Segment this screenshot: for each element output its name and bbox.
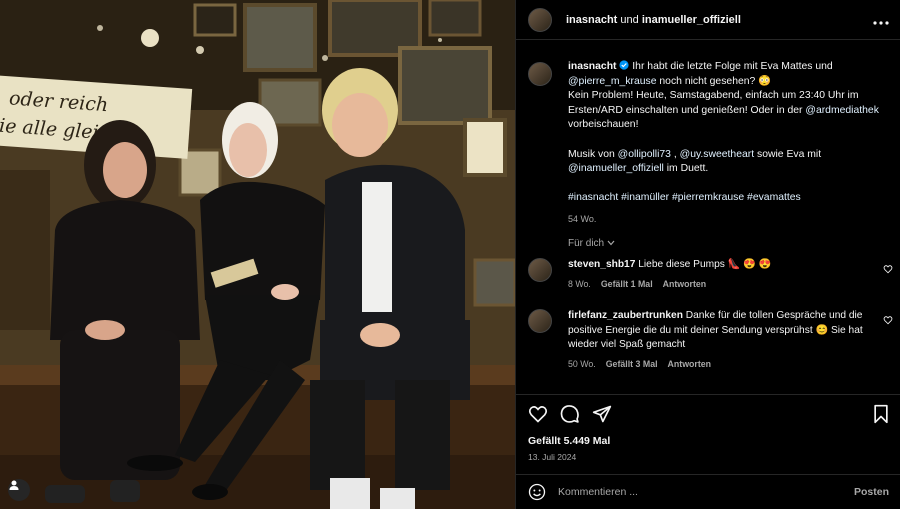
post-authors: inasnacht und inamueller_offiziell (566, 14, 741, 26)
heart-icon[interactable] (883, 315, 893, 325)
like-heart-icon[interactable] (528, 404, 548, 424)
caption-timestamp: 54 Wo. (568, 213, 597, 224)
share-send-icon[interactable] (592, 404, 612, 424)
comment-time: 50 Wo. (568, 358, 596, 369)
post-caption: inasnacht Ihr habt die letzte Folge mit … (528, 60, 893, 227)
caption-line-2-end: vorbeischauen! (568, 119, 639, 131)
add-comment-bar: Posten (516, 474, 900, 509)
mention-link[interactable]: @ardmediathek (805, 105, 879, 116)
caption-part-2: noch nicht gesehen? 😳 (656, 75, 772, 87)
comment-item: firlefanz_zaubertrunken Danke für die to… (528, 309, 893, 369)
mention-link[interactable]: @pierre_m_krause (568, 76, 657, 87)
comment-meta: 50 Wo. Gefällt 3 Mal Antworten (568, 359, 893, 369)
caption-part-1: Ihr habt die letzte Folge mit Eva Mattes… (632, 61, 833, 72)
comment-time: 8 Wo. (568, 278, 591, 289)
mention-link[interactable]: @ollipolli73 (618, 149, 671, 160)
comment-meta: 8 Wo. Gefällt 1 Mal Antworten (568, 279, 893, 289)
heart-icon[interactable] (883, 264, 893, 274)
comment-bubble-icon[interactable] (560, 404, 580, 424)
action-icons (528, 404, 612, 424)
reply-button[interactable]: Antworten (668, 359, 712, 369)
comment-text: steven_shb17 Liebe diese Pumps 👠 😍 😍 (568, 258, 868, 273)
author-2-link[interactable]: inamueller_offiziell (642, 14, 741, 26)
music-end: im Duett. (663, 163, 709, 175)
post-details-panel: inasnacht und inamueller_offiziell inasn… (515, 0, 900, 509)
bookmark-icon[interactable] (871, 404, 891, 424)
comment-username[interactable]: steven_shb17 (568, 259, 635, 270)
reply-button[interactable]: Antworten (663, 279, 707, 289)
comma: , (670, 148, 680, 160)
caption-text: inasnacht Ihr habt die letzte Folge mit … (568, 60, 893, 227)
likes-count[interactable]: Gefällt 5.449 Mal (528, 435, 610, 447)
avatar[interactable] (528, 309, 552, 333)
post-header: inasnacht und inamueller_offiziell (516, 0, 900, 40)
chevron-down-icon (607, 240, 615, 246)
tagged-users-button[interactable] (8, 479, 30, 501)
verified-badge-icon (619, 60, 629, 70)
post-actions: Gefällt 5.449 Mal 13. Juli 2024 (516, 394, 900, 474)
see-translation-button[interactable]: Für dich (568, 238, 615, 249)
emoji-icon[interactable] (528, 483, 546, 501)
authors-conjunction: und (620, 13, 639, 26)
caption-username[interactable]: inasnacht (568, 61, 617, 72)
user-icon (9, 480, 19, 490)
photo-illustration: oder reich ie alle gleich (0, 0, 515, 509)
comment-likes[interactable]: Gefällt 1 Mal (601, 279, 653, 289)
mention-link[interactable]: @inamueller_offiziell (568, 163, 664, 174)
ellipsis-icon (873, 20, 889, 25)
avatar[interactable] (528, 7, 552, 32)
comment-likes[interactable]: Gefällt 3 Mal (606, 359, 658, 369)
post-comment-button[interactable]: Posten (854, 486, 889, 498)
music-prefix: Musik von (568, 148, 618, 160)
music-mid: sowie Eva mit (754, 148, 822, 160)
comments-scroll-area[interactable]: inasnacht Ihr habt die letzte Folge mit … (516, 52, 900, 390)
more-options-button[interactable] (873, 12, 889, 28)
hashtags[interactable]: #inasnacht #inamüller #pierremkrause #ev… (568, 192, 801, 203)
post-photo[interactable]: oder reich ie alle gleich (0, 0, 515, 509)
comment-username[interactable]: firlefanz_zaubertrunken (568, 310, 683, 321)
comment-item: steven_shb17 Liebe diese Pumps 👠 😍 😍 8 W… (528, 258, 893, 289)
comment-input[interactable] (558, 486, 854, 498)
avatar[interactable] (528, 258, 552, 282)
comment-body: Liebe diese Pumps 👠 😍 😍 (635, 259, 772, 270)
avatar[interactable] (528, 62, 552, 86)
comment-text: firlefanz_zaubertrunken Danke für die to… (568, 309, 868, 353)
mention-link[interactable]: @uy.sweetheart (680, 149, 754, 160)
post-date: 13. Juli 2024 (528, 452, 577, 462)
see-translation-label: Für dich (568, 238, 605, 249)
author-1-link[interactable]: inasnacht (566, 14, 617, 26)
